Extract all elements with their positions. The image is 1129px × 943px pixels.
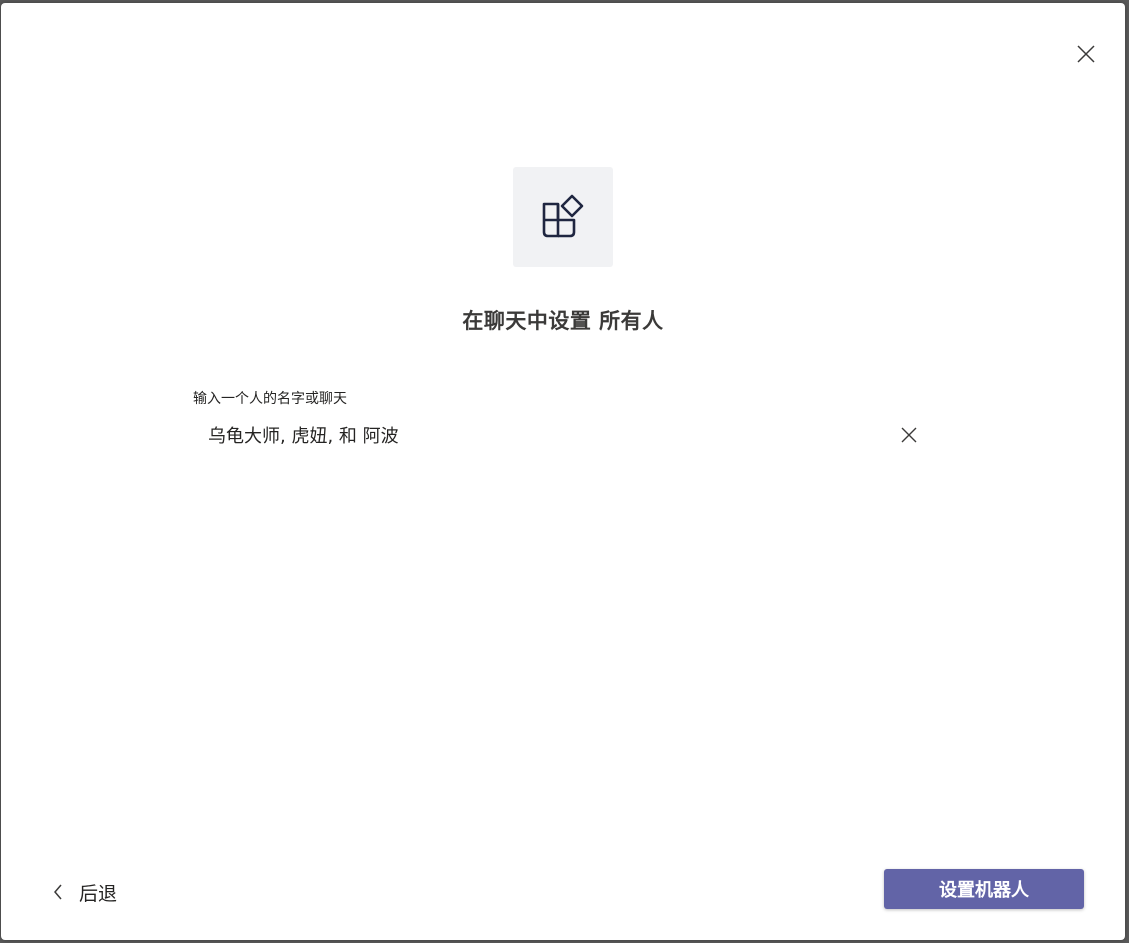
setup-bot-button[interactable]: 设置机器人 (884, 869, 1084, 909)
clear-recipients-button[interactable] (896, 422, 922, 448)
recipient-input-value[interactable]: 乌龟大师, 虎妞, 和 阿波 (193, 422, 933, 448)
setup-bot-button-label: 设置机器人 (939, 880, 1029, 901)
app-icon-tile (513, 167, 613, 267)
back-button-label: 后退 (79, 882, 118, 905)
setup-dialog: 在聊天中设置 所有人 输入一个人的名字或聊天 乌龟大师, 虎妞, 和 阿波 后退… (1, 3, 1125, 940)
back-button[interactable]: 后退 (51, 876, 117, 908)
close-icon (901, 427, 917, 443)
recipient-field-label: 输入一个人的名字或聊天 (193, 391, 347, 407)
dialog-title: 在聊天中设置 所有人 (462, 309, 664, 333)
close-icon (1077, 45, 1095, 63)
chevron-left-icon (51, 882, 65, 902)
close-dialog-button[interactable] (1071, 39, 1101, 69)
apps-icon (542, 194, 584, 238)
recipient-input[interactable]: 乌龟大师, 虎妞, 和 阿波 (193, 417, 933, 453)
